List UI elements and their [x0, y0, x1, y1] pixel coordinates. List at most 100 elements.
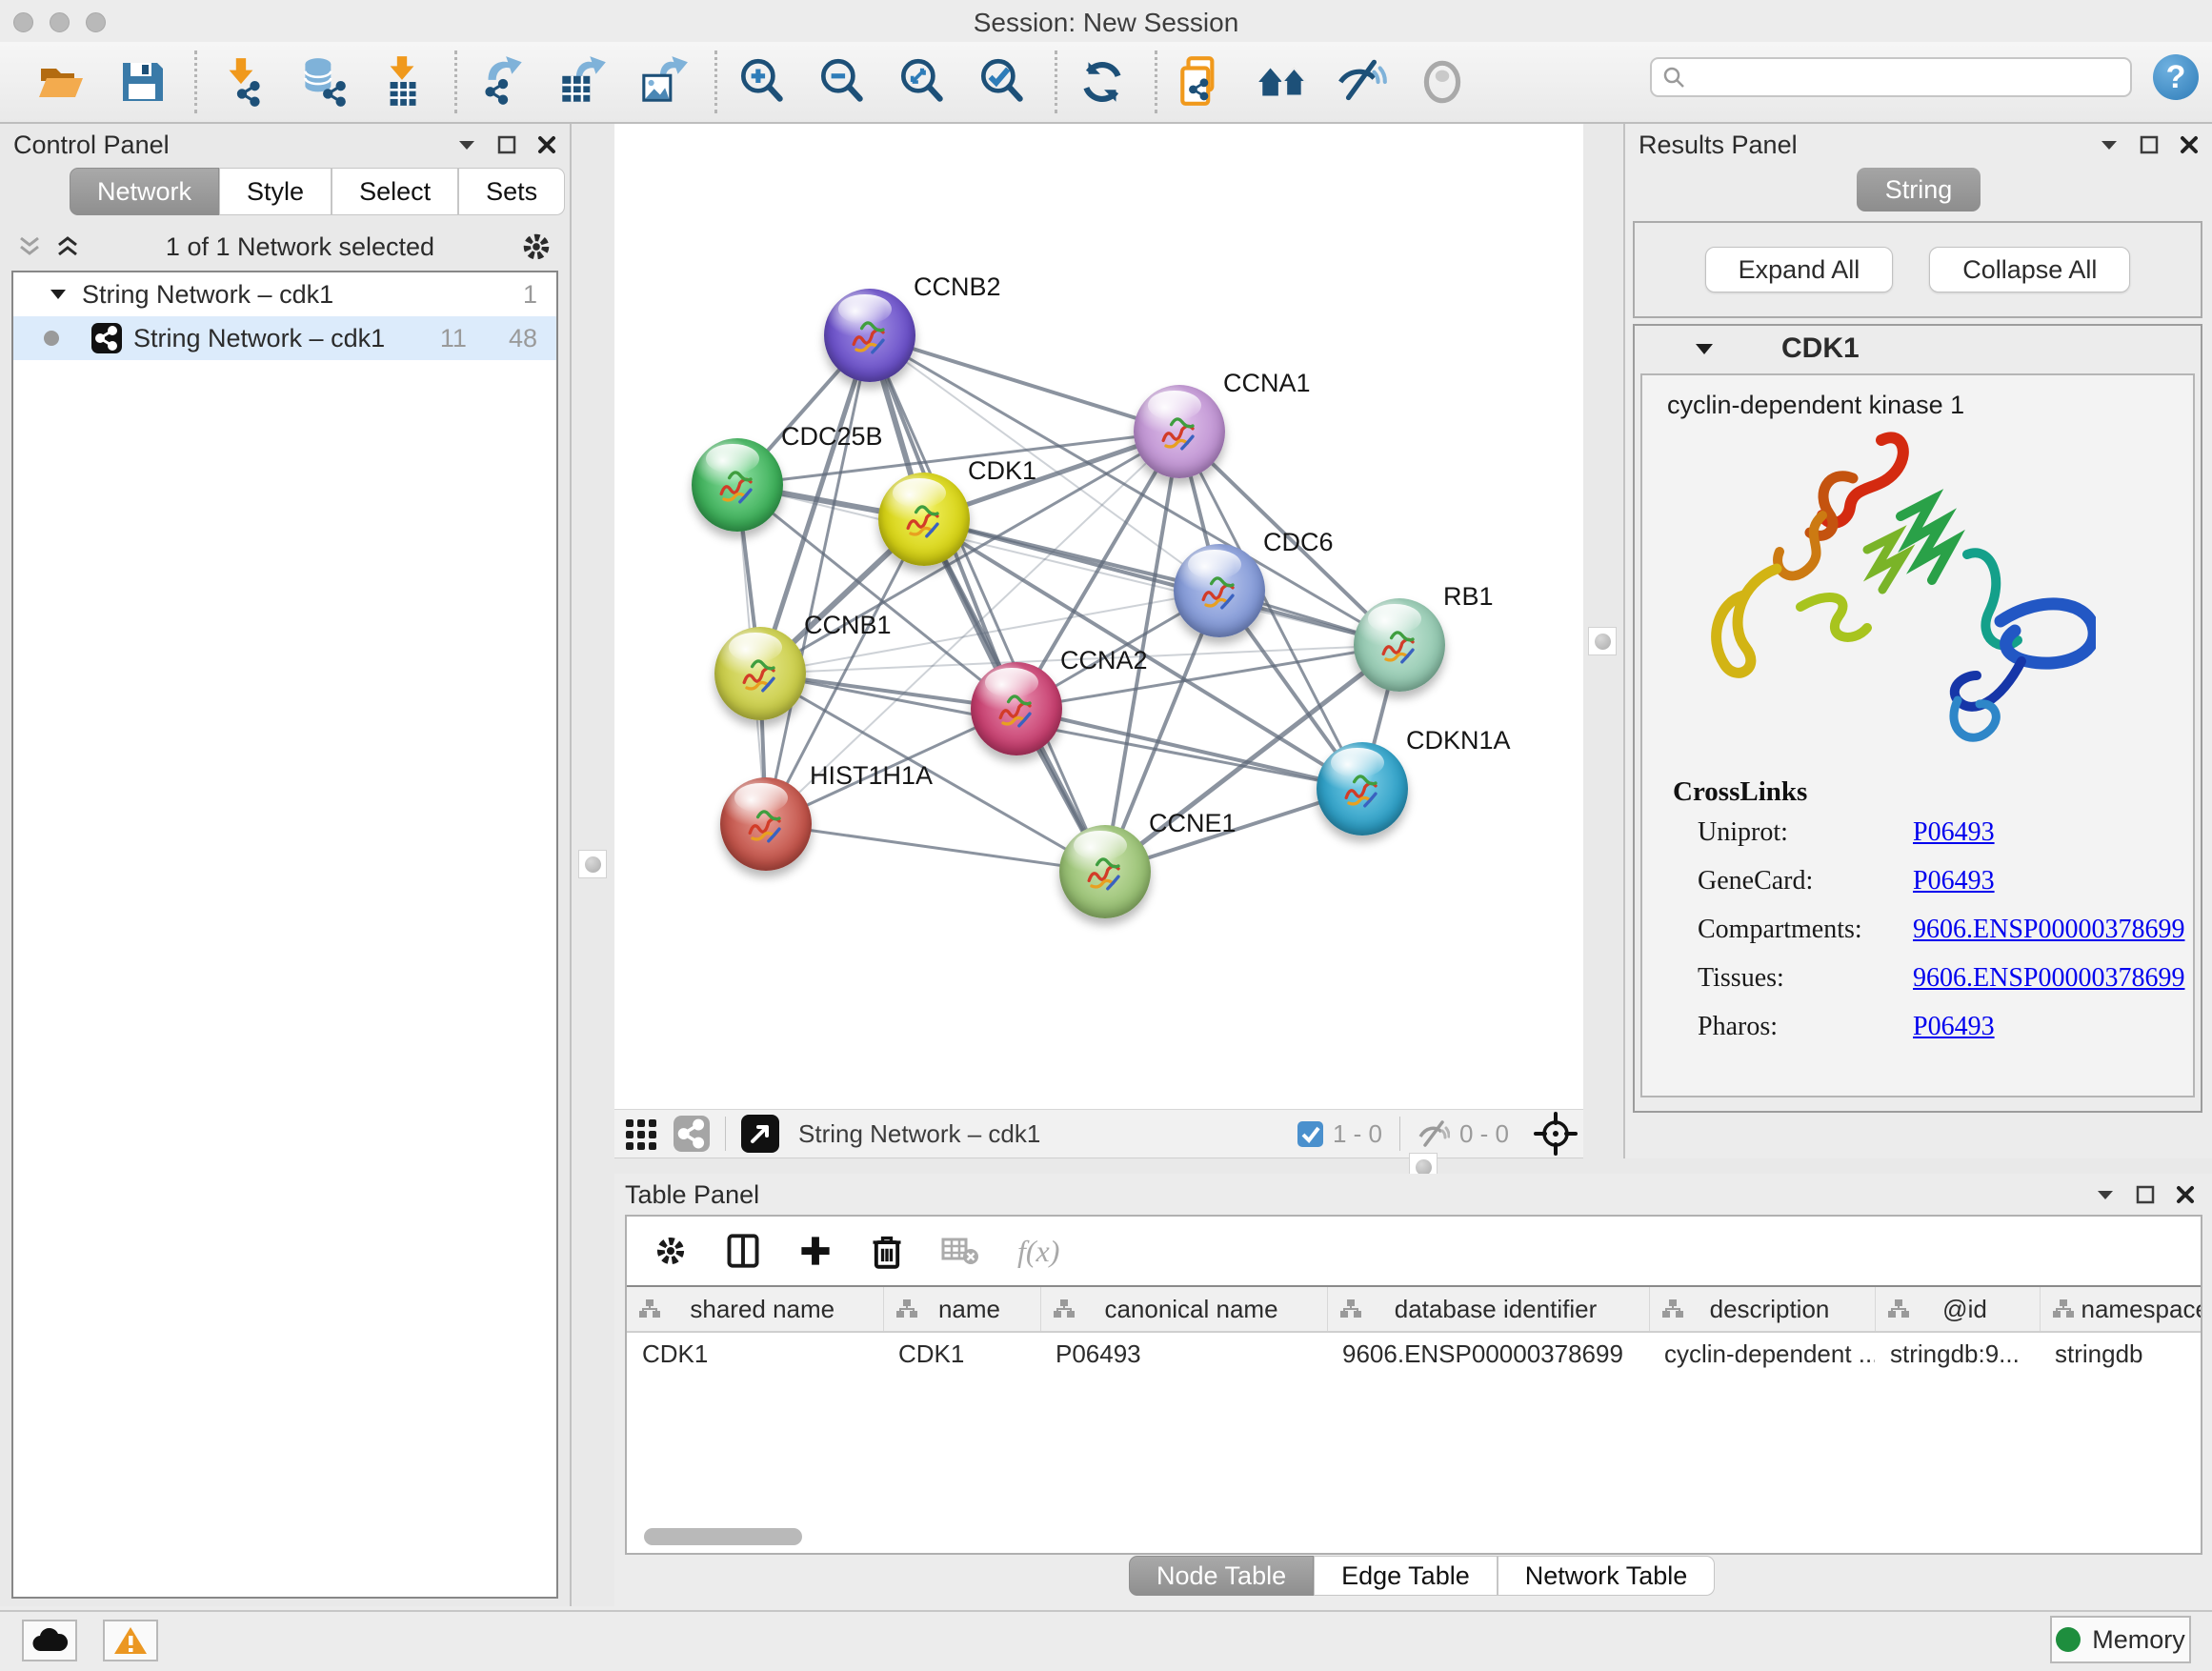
- network-edge-CCNB2-CCNE1[interactable]: [870, 335, 1105, 872]
- clone-network-button[interactable]: [1173, 50, 1232, 113]
- table-cell[interactable]: CDK1: [627, 1332, 883, 1375]
- gear-icon[interactable]: [654, 1234, 688, 1268]
- add-column-icon[interactable]: [798, 1234, 833, 1268]
- float-panel-icon[interactable]: [2136, 1185, 2155, 1204]
- export-image-button[interactable]: [633, 50, 692, 113]
- search-input[interactable]: [1686, 62, 2130, 93]
- network-collection-row[interactable]: String Network – cdk1 1: [13, 272, 556, 316]
- tab-sets[interactable]: Sets: [458, 168, 565, 215]
- close-panel-icon[interactable]: [2180, 135, 2199, 154]
- network-node-CDC6[interactable]: [1174, 544, 1265, 637]
- delete-trash-icon[interactable]: [871, 1233, 903, 1269]
- selected-checkbox-icon[interactable]: [1297, 1121, 1323, 1147]
- help-button[interactable]: ?: [2153, 54, 2199, 100]
- collapse-all-button[interactable]: Collapse All: [1929, 247, 2130, 292]
- left-splitter[interactable]: [572, 124, 614, 1606]
- network-row-selected[interactable]: String Network – cdk1 11 48: [13, 316, 556, 360]
- birdseye-crosshair-icon[interactable]: [1534, 1112, 1578, 1156]
- network-node-CCNB2[interactable]: [824, 289, 915, 382]
- import-table-button[interactable]: [372, 50, 432, 113]
- splitter-handle[interactable]: [1588, 627, 1617, 655]
- network-edge-HIST1H1A-CCNE1[interactable]: [766, 824, 1105, 872]
- column-header-description[interactable]: description: [1649, 1286, 1875, 1332]
- crosslink-value-link[interactable]: 9606.ENSP00000378699: [1913, 963, 2184, 994]
- crosslink-value-link[interactable]: P06493: [1913, 866, 1995, 896]
- float-panel-icon[interactable]: [497, 135, 516, 154]
- network-node-CDKN1A[interactable]: [1317, 742, 1408, 836]
- network-node-CDK1[interactable]: [878, 473, 970, 566]
- column-header-database-identifier[interactable]: database identifier: [1327, 1286, 1649, 1332]
- horizontal-scrollbar-thumb[interactable]: [644, 1528, 802, 1545]
- detach-view-icon[interactable]: [741, 1115, 779, 1153]
- tab-node-table[interactable]: Node Table: [1129, 1556, 1314, 1596]
- network-node-CCNE1[interactable]: [1059, 825, 1151, 918]
- zoom-out-button[interactable]: [813, 50, 872, 113]
- network-node-RB1[interactable]: [1354, 598, 1445, 692]
- expand-all-button[interactable]: Expand All: [1705, 247, 1894, 292]
- splitter-handle[interactable]: [578, 850, 607, 878]
- horizontal-splitter[interactable]: [614, 1158, 2212, 1174]
- zoom-selected-button[interactable]: [973, 50, 1032, 113]
- network-node-CCNA1[interactable]: [1134, 385, 1225, 478]
- panel-menu-icon[interactable]: [457, 138, 476, 151]
- table-cell[interactable]: 9606.ENSP00000378699: [1327, 1332, 1649, 1375]
- zoom-fit-button[interactable]: [893, 50, 952, 113]
- network-node-HIST1H1A[interactable]: [720, 777, 812, 871]
- expand-all-icon[interactable]: [55, 235, 80, 258]
- columns-icon[interactable]: [726, 1233, 760, 1269]
- save-session-button[interactable]: [112, 50, 171, 113]
- network-node-CCNB1[interactable]: [714, 627, 806, 720]
- table-cell[interactable]: P06493: [1040, 1332, 1327, 1375]
- column-header-shared-name[interactable]: shared name: [627, 1286, 883, 1332]
- table-cell[interactable]: stringdb: [2040, 1332, 2202, 1375]
- panel-menu-icon[interactable]: [2100, 138, 2119, 151]
- grid-view-icon[interactable]: [624, 1116, 660, 1152]
- table-cell[interactable]: cyclin-dependent ...: [1649, 1332, 1875, 1375]
- network-canvas[interactable]: CCNB2CCNA1CDC25BCDK1CDC6RB1CCNB1CCNA2CDK…: [614, 124, 1583, 1109]
- tab-string[interactable]: String: [1857, 168, 1981, 211]
- gear-icon[interactable]: [520, 231, 553, 263]
- import-network-button[interactable]: [212, 50, 271, 113]
- memory-button[interactable]: Memory: [2050, 1616, 2191, 1663]
- panel-menu-icon[interactable]: [2096, 1188, 2115, 1201]
- hide-panel-button[interactable]: [1333, 50, 1392, 113]
- zoom-in-button[interactable]: [733, 50, 792, 113]
- open-session-button[interactable]: [32, 50, 91, 113]
- import-database-button[interactable]: [292, 50, 352, 113]
- show-all-networks-button[interactable]: [1253, 50, 1312, 113]
- column-header-canonical-name[interactable]: canonical name: [1040, 1286, 1327, 1332]
- network-node-CCNA2[interactable]: [971, 662, 1062, 755]
- tab-edge-table[interactable]: Edge Table: [1314, 1556, 1498, 1596]
- column-header-name[interactable]: name: [883, 1286, 1040, 1332]
- tab-network-table[interactable]: Network Table: [1498, 1556, 1716, 1596]
- table-row[interactable]: CDK1CDK1P064939606.ENSP00000378699cyclin…: [627, 1332, 2202, 1375]
- show-eye-button[interactable]: [1413, 50, 1472, 113]
- tab-select[interactable]: Select: [332, 168, 458, 215]
- section-expander-icon[interactable]: [1694, 341, 1715, 356]
- float-panel-icon[interactable]: [2140, 135, 2159, 154]
- crosslink-value-link[interactable]: P06493: [1913, 1012, 1995, 1042]
- network-edge-CCNA2-CDKN1A[interactable]: [1016, 709, 1362, 789]
- collapse-all-icon[interactable]: [17, 235, 42, 258]
- crosslink-value-link[interactable]: P06493: [1913, 817, 1995, 848]
- column-header-namespace[interactable]: namespace: [2040, 1286, 2202, 1332]
- close-panel-icon[interactable]: [2176, 1185, 2195, 1204]
- network-view-share-icon[interactable]: [674, 1116, 710, 1152]
- node-table[interactable]: shared namenamecanonical namedatabase id…: [627, 1285, 2202, 1375]
- table-cell[interactable]: CDK1: [883, 1332, 1040, 1375]
- right-splitter[interactable]: [1583, 124, 1623, 1158]
- tab-style[interactable]: Style: [219, 168, 332, 215]
- export-network-button[interactable]: [473, 50, 532, 113]
- table-cell[interactable]: stringdb:9...: [1875, 1332, 2040, 1375]
- crosslink-value-link[interactable]: 9606.ENSP00000378699: [1913, 915, 2184, 945]
- app-store-button[interactable]: [22, 1620, 77, 1661]
- export-table-button[interactable]: [553, 50, 612, 113]
- column-header--id[interactable]: @id: [1875, 1286, 2040, 1332]
- close-panel-icon[interactable]: [537, 135, 556, 154]
- network-node-CDC25B[interactable]: [692, 438, 783, 532]
- network-edge-CCNB2-CCNA1[interactable]: [870, 335, 1179, 432]
- warnings-button[interactable]: [103, 1620, 158, 1661]
- tab-network[interactable]: Network: [70, 168, 219, 215]
- tree-expander-icon[interactable]: [50, 288, 67, 301]
- refresh-button[interactable]: [1073, 50, 1132, 113]
